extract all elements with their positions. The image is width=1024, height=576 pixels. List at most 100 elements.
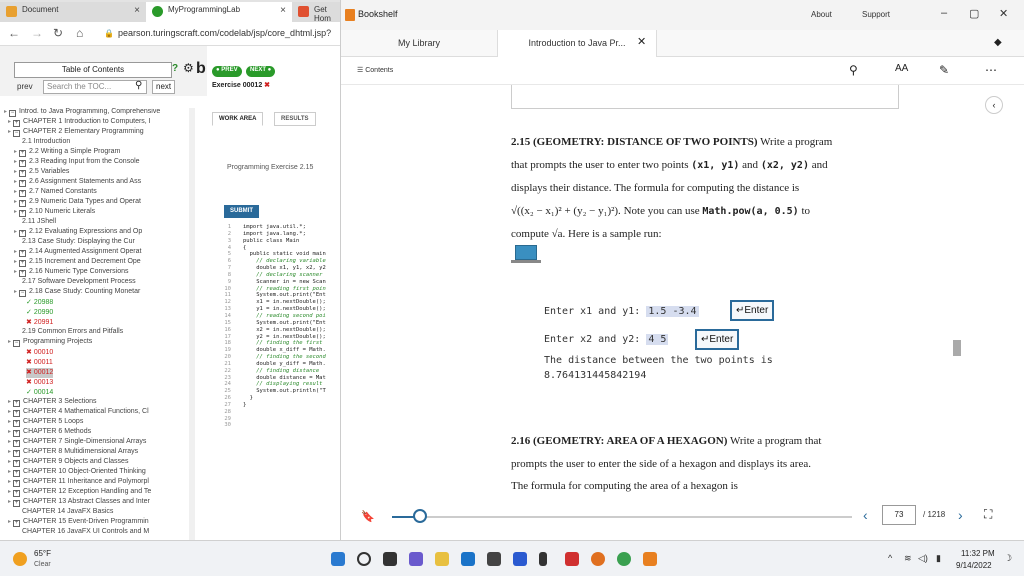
expand-arrow-icon[interactable]: ▸ <box>8 479 11 485</box>
battery-icon[interactable]: ▮ <box>936 553 941 564</box>
expand-icon[interactable]: + <box>19 160 27 167</box>
toc-item[interactable]: ✖ 00011 <box>26 358 53 368</box>
expand-arrow-icon[interactable]: ▸ <box>8 519 11 525</box>
expand-icon[interactable]: + <box>13 460 21 467</box>
next-exercise-button[interactable]: NEXT ● <box>246 66 276 77</box>
expand-icon[interactable]: + <box>13 410 21 417</box>
wifi-icon[interactable]: ≋ <box>904 553 912 564</box>
toc-item[interactable]: ✖ 00010 <box>26 348 53 358</box>
toc-item[interactable]: CHAPTER 16 JavaFX UI Controls and M <box>22 528 149 538</box>
toc-item[interactable]: ✖ 00013 <box>26 378 53 388</box>
toc-item[interactable]: ▸ − Introd. to Java Programming, Comprehen… <box>4 108 160 118</box>
toc-item[interactable]: ▸ + CHAPTER 7 Single-Dimensional Arrays <box>8 438 146 448</box>
toc-item[interactable]: ▸ +2.6 Assignment Statements and Ass <box>14 178 141 188</box>
search-icon[interactable] <box>357 552 371 566</box>
toc-item[interactable]: ✓ 20988 <box>26 298 53 308</box>
expand-icon[interactable]: + <box>19 230 27 237</box>
collapse-icon[interactable]: − <box>9 110 17 117</box>
minimize-icon[interactable]: – <box>941 7 947 19</box>
expand-icon[interactable]: + <box>19 260 27 267</box>
store-icon[interactable] <box>513 552 527 566</box>
prev-exercise-button[interactable]: ● PREV <box>212 66 242 77</box>
toc-item[interactable]: ▸ − CHAPTER 2 Elementary Programming <box>8 128 144 138</box>
clock-time[interactable]: 11:32 PM <box>961 549 995 558</box>
home-icon[interactable]: ⌂ <box>76 26 83 40</box>
expand-arrow-icon[interactable]: ▸ <box>8 469 11 475</box>
expand-arrow-icon[interactable]: ▸ <box>8 449 11 455</box>
browser-tab-myprogramminglab[interactable]: MyProgrammingLab × <box>146 2 292 22</box>
toc-item[interactable]: 2.1 Introduction <box>22 138 70 148</box>
reader-scrollbar-thumb[interactable] <box>953 340 961 356</box>
start-icon[interactable] <box>331 552 345 566</box>
volume-icon[interactable]: ◁) <box>918 553 928 564</box>
bookshelf-icon[interactable] <box>643 552 657 566</box>
expand-icon[interactable]: + <box>19 190 27 197</box>
browser-tab-document[interactable]: Document × <box>0 2 146 22</box>
toc-item[interactable]: 2.19 Common Errors and Pitfalls <box>22 328 123 338</box>
toc-item[interactable]: 2.13 Case Study: Displaying the Cur <box>22 238 135 248</box>
toc-item[interactable]: ▸ −2.18 Case Study: Counting Monetar <box>14 288 140 298</box>
url-field[interactable]: 🔒 pearson.turingscraft.com/codelab/jsp/co… <box>104 28 331 38</box>
expand-arrow-icon[interactable]: ▸ <box>8 499 11 505</box>
page-number-input[interactable]: 73 <box>882 505 916 525</box>
task-view-icon[interactable] <box>383 552 397 566</box>
expand-arrow-icon[interactable]: ▸ <box>14 229 17 235</box>
expand-arrow-icon[interactable]: ▸ <box>14 169 17 175</box>
expand-icon[interactable]: + <box>13 490 21 497</box>
expand-icon[interactable]: + <box>13 400 21 407</box>
clock-date[interactable]: 9/14/2022 <box>956 561 992 570</box>
toc-item[interactable]: ▸ +2.10 Numeric Literals <box>14 208 95 218</box>
toc-item[interactable]: ▸ +2.2 Writing a Simple Program <box>14 148 120 158</box>
edge-icon[interactable] <box>461 552 475 566</box>
expand-icon[interactable]: + <box>19 170 27 177</box>
office-icon[interactable] <box>565 552 579 566</box>
toc-item[interactable]: ▸ + CHAPTER 5 Loops <box>8 418 83 428</box>
expand-icon[interactable]: + <box>13 430 21 437</box>
close-icon[interactable]: ✕ <box>999 7 1008 20</box>
toc-item[interactable]: ✓ 00014 <box>26 388 53 398</box>
toc-title-button[interactable]: Table of Contents <box>14 62 172 78</box>
expand-icon[interactable]: + <box>19 250 27 257</box>
toc-item[interactable]: 2.11 JShell <box>22 218 56 228</box>
expand-arrow-icon[interactable]: ▸ <box>4 109 7 115</box>
collapse-icon[interactable]: − <box>19 290 27 297</box>
toc-item[interactable]: ▸ + CHAPTER 12 Exception Handling and Te <box>8 488 151 498</box>
toc-item[interactable]: ▸ + CHAPTER 10 Object-Oriented Thinking <box>8 468 146 478</box>
chevron-up-icon[interactable]: ^ <box>888 553 892 563</box>
forward-arrow-icon[interactable]: → <box>31 26 43 40</box>
expand-arrow-icon[interactable]: ▸ <box>8 489 11 495</box>
toc-item[interactable]: ▸ − Programming Projects <box>8 338 92 348</box>
tab-results[interactable]: RESULTS <box>274 112 316 126</box>
toc-scrollbar[interactable] <box>189 108 195 540</box>
app-icon[interactable] <box>539 552 547 566</box>
expand-icon[interactable]: + <box>13 450 21 457</box>
toc-item[interactable]: ▸ +2.14 Augmented Assignment Operat <box>14 248 141 258</box>
maximize-icon[interactable]: ▢ <box>969 7 979 20</box>
expand-arrow-icon[interactable]: ▸ <box>8 119 11 125</box>
reload-icon[interactable]: ↻ <box>53 26 63 40</box>
weather-moon-icon[interactable] <box>13 552 27 566</box>
gear-icon[interactable]: ⚙ <box>183 61 194 75</box>
expand-arrow-icon[interactable]: ▸ <box>14 189 17 195</box>
toc-item[interactable]: ▸ +2.15 Increment and Decrement Ope <box>14 258 141 268</box>
expand-icon[interactable]: + <box>19 200 27 207</box>
search-icon[interactable]: ⚲ <box>135 80 142 91</box>
expand-icon[interactable]: + <box>13 470 21 477</box>
toc-item[interactable]: ▸ + CHAPTER 11 Inheritance and Polymorpl <box>8 478 149 488</box>
tab-work-area[interactable]: WORK AREA <box>212 112 264 126</box>
toc-item[interactable]: ▸ +2.5 Variables <box>14 168 69 178</box>
toc-prev-button[interactable]: prev <box>17 82 33 91</box>
expand-arrow-icon[interactable]: ▸ <box>14 179 17 185</box>
weather-desc[interactable]: Clear <box>34 561 51 568</box>
tab-my-library[interactable]: My Library <box>341 30 497 57</box>
expand-arrow-icon[interactable]: ▸ <box>14 289 17 295</box>
toc-item[interactable]: ▸ + CHAPTER 8 Multidimensional Arrays <box>8 448 138 458</box>
notifications-icon[interactable]: ☽ <box>1004 553 1012 564</box>
weather-temp[interactable]: 65°F <box>34 549 51 558</box>
expand-arrow-icon[interactable]: ▸ <box>14 209 17 215</box>
code-editor[interactable]: import java.util.*; import java.lang.*; pu… <box>243 224 340 484</box>
read-aloud-icon[interactable]: ✎ <box>939 63 949 77</box>
close-icon[interactable]: × <box>280 5 286 16</box>
expand-icon[interactable]: + <box>19 210 27 217</box>
expand-arrow-icon[interactable]: ▸ <box>14 149 17 155</box>
